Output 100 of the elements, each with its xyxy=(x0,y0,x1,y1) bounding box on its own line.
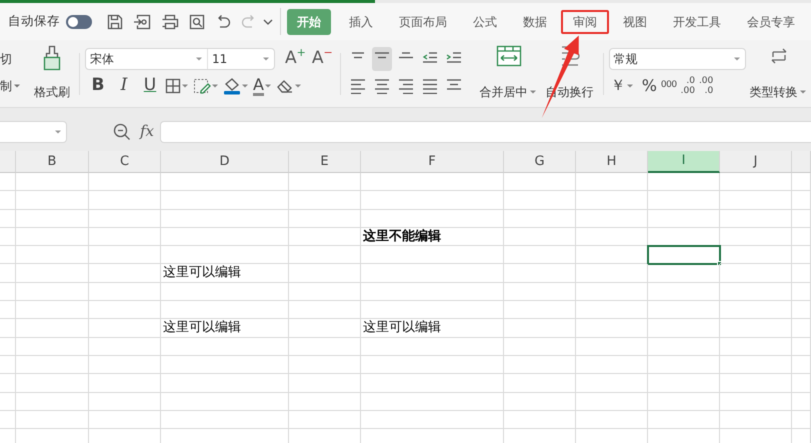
table-cell[interactable] xyxy=(576,319,648,338)
dropdown-caret-icon[interactable] xyxy=(13,82,21,88)
table-cell[interactable] xyxy=(720,319,792,338)
table-cell[interactable] xyxy=(16,173,89,192)
table-cell[interactable] xyxy=(504,210,576,228)
decimal-button[interactable]: .00 .0 xyxy=(696,74,716,98)
decimal-button[interactable]: .0 .00 xyxy=(678,74,697,98)
table-cell[interactable] xyxy=(648,392,720,411)
table-cell[interactable] xyxy=(648,374,720,393)
table-cell[interactable] xyxy=(720,301,792,320)
table-cell[interactable] xyxy=(504,282,576,302)
table-cell[interactable] xyxy=(161,210,289,228)
column-header[interactable]: J xyxy=(720,151,792,173)
table-cell[interactable] xyxy=(0,374,16,393)
table-cell[interactable] xyxy=(161,410,289,430)
table-cell[interactable] xyxy=(576,374,648,393)
table-cell[interactable] xyxy=(289,301,361,320)
table-cell[interactable] xyxy=(720,356,792,374)
table-cell[interactable] xyxy=(504,374,576,393)
table-cell[interactable] xyxy=(289,374,361,393)
table-cell[interactable] xyxy=(361,374,504,393)
ribbon-tab[interactable]: 会员专享 xyxy=(735,10,807,34)
table-cell[interactable] xyxy=(16,191,89,210)
copy-label[interactable]: 制 xyxy=(0,76,12,94)
font-style-button[interactable]: I xyxy=(111,74,137,98)
ribbon-tab[interactable]: 页面布局 xyxy=(387,10,459,34)
table-cell[interactable] xyxy=(504,228,576,246)
fill-handle[interactable] xyxy=(717,261,722,266)
table-cell[interactable] xyxy=(504,191,576,210)
table-cell[interactable] xyxy=(720,210,792,228)
table-cell[interactable] xyxy=(89,228,161,246)
cut-label[interactable]: 切 xyxy=(0,50,12,68)
align-left-icon[interactable] xyxy=(350,78,366,94)
table-cell[interactable] xyxy=(361,210,504,228)
table-cell[interactable] xyxy=(720,338,792,356)
column-header[interactable]: I xyxy=(648,151,720,173)
align-center-icon[interactable] xyxy=(374,78,390,94)
table-cell[interactable] xyxy=(289,173,361,192)
formula-input[interactable] xyxy=(160,120,811,142)
table-cell[interactable] xyxy=(648,191,720,210)
table-cell[interactable] xyxy=(720,228,792,246)
table-cell[interactable] xyxy=(89,374,161,393)
column-header[interactable]: H xyxy=(576,151,648,173)
table-cell[interactable] xyxy=(792,210,811,228)
table-cell[interactable] xyxy=(361,356,504,374)
table-cell[interactable] xyxy=(361,246,504,264)
table-cell[interactable] xyxy=(89,264,161,283)
thousands-button[interactable]: 000 xyxy=(658,74,679,98)
table-cell[interactable] xyxy=(720,173,792,192)
table-cell[interactable] xyxy=(161,246,289,264)
table-cell[interactable] xyxy=(289,264,361,283)
table-cell[interactable] xyxy=(161,228,289,246)
table-cell[interactable] xyxy=(361,264,504,283)
table-cell[interactable] xyxy=(720,410,792,430)
table-cell[interactable] xyxy=(0,319,16,338)
table-cell[interactable] xyxy=(16,319,89,338)
table-cell[interactable] xyxy=(361,301,504,320)
table-cell[interactable] xyxy=(89,173,161,192)
table-cell[interactable] xyxy=(792,282,811,302)
ribbon-tab[interactable]: 插入 xyxy=(337,10,385,34)
table-cell[interactable] xyxy=(648,173,720,192)
table-cell[interactable] xyxy=(289,210,361,228)
table-cell[interactable] xyxy=(89,356,161,374)
table-cell[interactable] xyxy=(576,338,648,356)
table-cell[interactable] xyxy=(576,356,648,374)
font-style-button[interactable]: U xyxy=(137,74,163,98)
table-cell[interactable] xyxy=(648,356,720,374)
table-cell[interactable] xyxy=(89,338,161,356)
table-cell[interactable] xyxy=(289,191,361,210)
table-cell[interactable] xyxy=(289,319,361,338)
table-cell[interactable] xyxy=(289,246,361,264)
table-cell[interactable] xyxy=(89,319,161,338)
font-size-button[interactable]: A$^{+}$ xyxy=(283,46,308,70)
align-right-icon[interactable] xyxy=(398,78,414,94)
table-cell[interactable] xyxy=(504,392,576,411)
table-cell[interactable] xyxy=(792,228,811,246)
table-cell[interactable] xyxy=(792,319,811,338)
table-cell[interactable] xyxy=(792,374,811,393)
table-cell[interactable] xyxy=(576,210,648,228)
format-painter-button[interactable]: 格式刷 xyxy=(30,45,74,101)
table-cell[interactable] xyxy=(16,301,89,320)
table-cell[interactable] xyxy=(576,301,648,320)
table-cell[interactable] xyxy=(361,173,504,192)
table-cell[interactable] xyxy=(161,356,289,374)
table-cell[interactable] xyxy=(89,301,161,320)
table-cell[interactable] xyxy=(576,282,648,302)
print-preview-icon[interactable] xyxy=(189,14,205,30)
table-cell[interactable] xyxy=(792,338,811,356)
table-cell[interactable] xyxy=(16,246,89,264)
table-cell[interactable]: 这里可以编辑 xyxy=(361,319,504,338)
currency-button[interactable]: ￥ xyxy=(608,74,636,98)
table-cell[interactable] xyxy=(504,264,576,283)
table-cell[interactable] xyxy=(289,228,361,246)
table-cell[interactable] xyxy=(361,338,504,356)
zoom-icon[interactable] xyxy=(113,122,131,140)
table-cell[interactable] xyxy=(648,264,720,283)
table-cell[interactable] xyxy=(504,246,576,264)
table-cell[interactable] xyxy=(504,338,576,356)
table-cell[interactable] xyxy=(16,392,89,411)
save-icon[interactable] xyxy=(107,14,123,30)
